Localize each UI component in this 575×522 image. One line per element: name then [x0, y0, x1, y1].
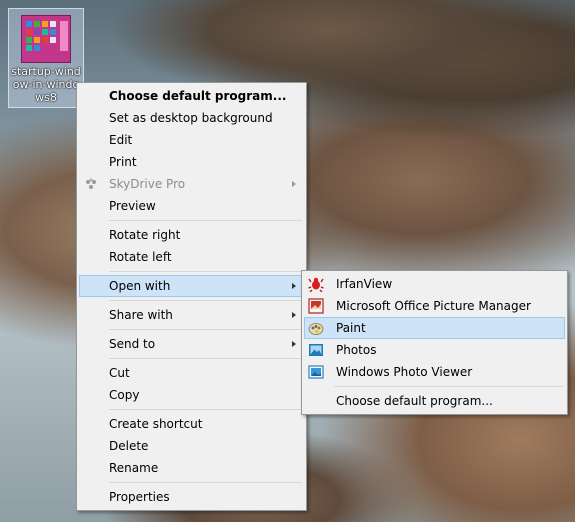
submenu-arrow-icon: [292, 341, 296, 347]
menu-item-label: Print: [109, 155, 137, 169]
menu-separator: [109, 271, 302, 272]
submenu-item-label: Photos: [336, 343, 377, 357]
submenu-item-choose-default-program[interactable]: Choose default program...: [304, 390, 565, 412]
open-with-submenu: IrfanView Microsoft Office Picture Manag…: [301, 270, 568, 415]
menu-separator: [109, 329, 302, 330]
menu-separator: [109, 300, 302, 301]
submenu-item-picture-manager[interactable]: Microsoft Office Picture Manager: [304, 295, 565, 317]
desktop-icon-label: startup-window-in-windows8: [11, 65, 81, 104]
menu-item-label: SkyDrive Pro: [109, 177, 186, 191]
photo-viewer-icon: [308, 365, 324, 379]
menu-item-print[interactable]: Print: [79, 151, 304, 173]
menu-item-delete[interactable]: Delete: [79, 435, 304, 457]
menu-item-label: Rotate left: [109, 250, 172, 264]
menu-item-label: Set as desktop background: [109, 111, 273, 125]
menu-separator: [109, 409, 302, 410]
menu-item-label: Open with: [109, 279, 171, 293]
submenu-item-label: Windows Photo Viewer: [336, 365, 473, 379]
desktop-file-icon[interactable]: startup-window-in-windows8: [8, 8, 84, 108]
menu-item-label: Rotate right: [109, 228, 181, 242]
menu-separator: [334, 386, 563, 387]
menu-item-label: Share with: [109, 308, 173, 322]
menu-item-cut[interactable]: Cut: [79, 362, 304, 384]
menu-item-skydrive-pro[interactable]: SkyDrive Pro: [79, 173, 304, 195]
menu-item-copy[interactable]: Copy: [79, 384, 304, 406]
menu-item-label: Cut: [109, 366, 130, 380]
submenu-item-label: Choose default program...: [336, 394, 493, 408]
menu-item-label: Rename: [109, 461, 159, 475]
menu-item-label: Choose default program...: [109, 89, 287, 103]
picture-manager-icon: [308, 298, 324, 314]
menu-item-label: Delete: [109, 439, 149, 453]
menu-item-open-with[interactable]: Open with: [79, 275, 304, 297]
submenu-arrow-icon: [292, 283, 296, 289]
menu-item-label: Copy: [109, 388, 140, 402]
menu-separator: [109, 358, 302, 359]
paint-icon: [308, 323, 324, 335]
menu-item-share-with[interactable]: Share with: [79, 304, 304, 326]
skydrive-icon: [86, 178, 96, 189]
menu-item-label: Preview: [109, 199, 156, 213]
submenu-item-label: Microsoft Office Picture Manager: [336, 299, 531, 313]
submenu-item-paint[interactable]: Paint: [304, 317, 565, 339]
menu-item-label: Properties: [109, 490, 170, 504]
menu-item-choose-default-program[interactable]: Choose default program...: [79, 85, 304, 107]
submenu-arrow-icon: [292, 312, 296, 318]
menu-item-properties[interactable]: Properties: [79, 486, 304, 508]
menu-item-send-to[interactable]: Send to: [79, 333, 304, 355]
menu-item-create-shortcut[interactable]: Create shortcut: [79, 413, 304, 435]
menu-item-label: Send to: [109, 337, 156, 351]
menu-item-preview[interactable]: Preview: [79, 195, 304, 217]
submenu-item-windows-photo-viewer[interactable]: Windows Photo Viewer: [304, 361, 565, 383]
submenu-item-label: Paint: [336, 321, 366, 335]
submenu-item-label: IrfanView: [336, 277, 393, 291]
submenu-item-photos[interactable]: Photos: [304, 339, 565, 361]
menu-item-label: Edit: [109, 133, 133, 147]
submenu-item-irfanview[interactable]: IrfanView: [304, 273, 565, 295]
menu-item-rename[interactable]: Rename: [79, 457, 304, 479]
menu-item-rotate-right[interactable]: Rotate right: [79, 224, 304, 246]
photos-icon: [309, 344, 323, 356]
irfanview-icon: [308, 277, 324, 292]
menu-item-set-desktop-background[interactable]: Set as desktop background: [79, 107, 304, 129]
menu-separator: [109, 482, 302, 483]
menu-item-edit[interactable]: Edit: [79, 129, 304, 151]
menu-item-rotate-left[interactable]: Rotate left: [79, 246, 304, 268]
image-thumbnail-icon: [21, 15, 71, 63]
menu-item-label: Create shortcut: [109, 417, 203, 431]
context-menu: Choose default program... Set as desktop…: [76, 82, 307, 511]
menu-separator: [109, 220, 302, 221]
submenu-arrow-icon: [292, 181, 296, 187]
